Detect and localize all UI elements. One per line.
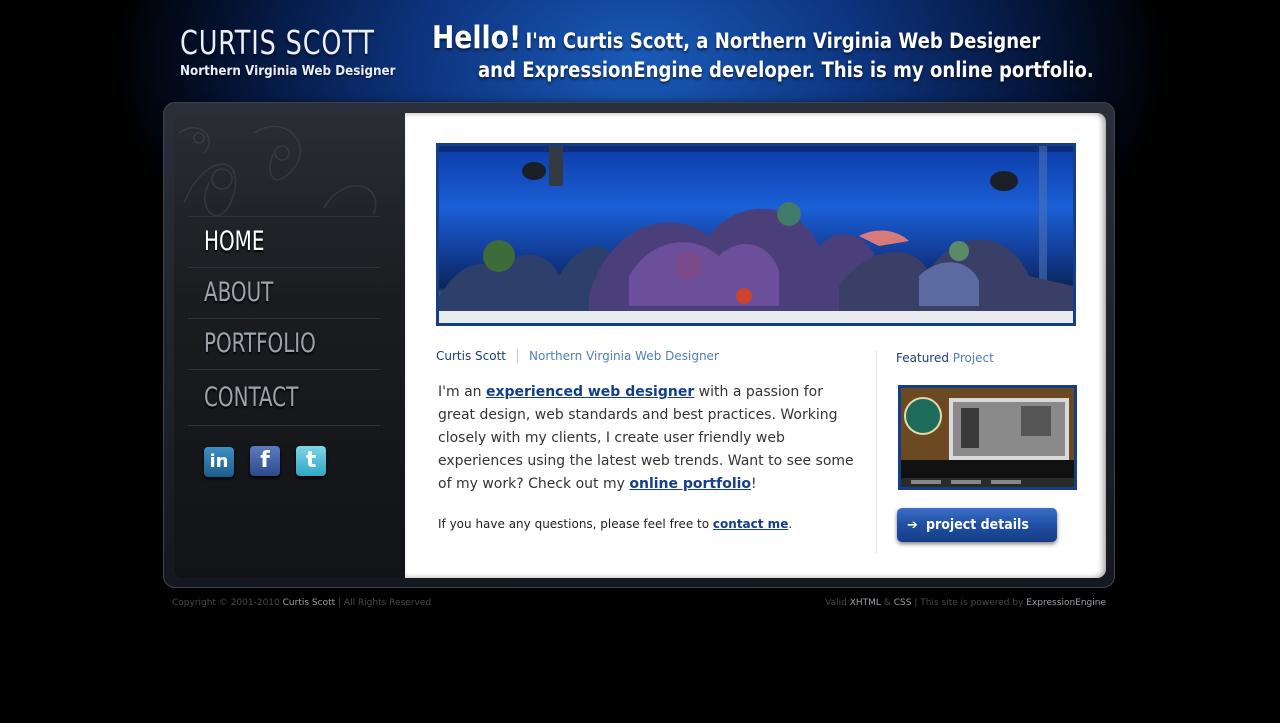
site-logo[interactable]: CURTIS SCOTT Northern Virginia Web Desig… <box>180 23 410 80</box>
hero-greeting: Hello! I'm Curtis Scott, a Northern Virg… <box>432 20 1112 82</box>
contact-note: If you have any questions, please feel f… <box>438 517 793 531</box>
arrow-right-icon: ➔ <box>907 518 918 533</box>
online-portfolio-link[interactable]: online portfolio <box>629 476 751 492</box>
main-content: Curtis Scott Northern Virginia Web Design… <box>405 113 1106 578</box>
nav-contact[interactable]: CONTACT <box>188 369 380 426</box>
footer-copyright: Copyright © 2001-2010 Curtis Scott | All… <box>172 598 432 608</box>
greeting-line-1: I'm Curtis Scott, a Northern Virginia We… <box>525 29 1041 53</box>
aquarium-banner-image <box>436 143 1076 326</box>
nav-about[interactable]: ABOUT <box>188 267 380 318</box>
nav-home[interactable]: HOME <box>188 216 380 267</box>
breadcrumb: Curtis Scott Northern Virginia Web Design… <box>436 349 719 363</box>
crumb-title: Northern Virginia Web Designer <box>529 349 719 363</box>
linkedin-icon[interactable]: in <box>204 447 234 477</box>
social-links: in f t <box>204 446 337 477</box>
hello-word: Hello! <box>432 20 522 56</box>
facebook-icon[interactable]: f <box>250 446 281 476</box>
project-screenshot <box>901 388 1074 487</box>
twitter-icon[interactable]: t <box>296 446 327 476</box>
crumb-name: Curtis Scott <box>436 349 518 363</box>
column-divider <box>876 351 877 553</box>
featured-project-thumbnail[interactable] <box>898 385 1077 490</box>
experienced-web-designer-link[interactable]: experienced web designer <box>486 384 694 400</box>
intro-paragraph: I'm an experienced web designer with a p… <box>438 384 854 492</box>
swirl-decoration <box>178 125 377 216</box>
sidebar: HOME ABOUT PORTFOLIO CONTACT in f t <box>174 113 405 578</box>
contact-me-link[interactable]: contact me <box>713 517 788 531</box>
greeting-line-2: and ExpressionEngine developer. This is … <box>478 58 1094 82</box>
main-nav: HOME ABOUT PORTFOLIO CONTACT <box>188 216 380 426</box>
aquarium-illustration <box>439 146 1073 323</box>
footer-owner-link[interactable]: Curtis Scott <box>283 598 336 608</box>
expressionengine-link[interactable]: ExpressionEngine <box>1026 598 1106 608</box>
nav-portfolio[interactable]: PORTFOLIO <box>188 318 380 369</box>
featured-project-heading: Featured Project <box>896 351 994 365</box>
footer-credits: Valid XHTML & CSS | This site is powered… <box>825 598 1106 608</box>
xhtml-link[interactable]: XHTML <box>850 598 881 608</box>
site-name: CURTIS SCOTT <box>180 23 375 62</box>
project-details-button[interactable]: ➔ project details <box>897 508 1057 542</box>
site-tagline: Northern Virginia Web Designer <box>180 64 396 79</box>
css-link[interactable]: CSS <box>894 598 912 608</box>
